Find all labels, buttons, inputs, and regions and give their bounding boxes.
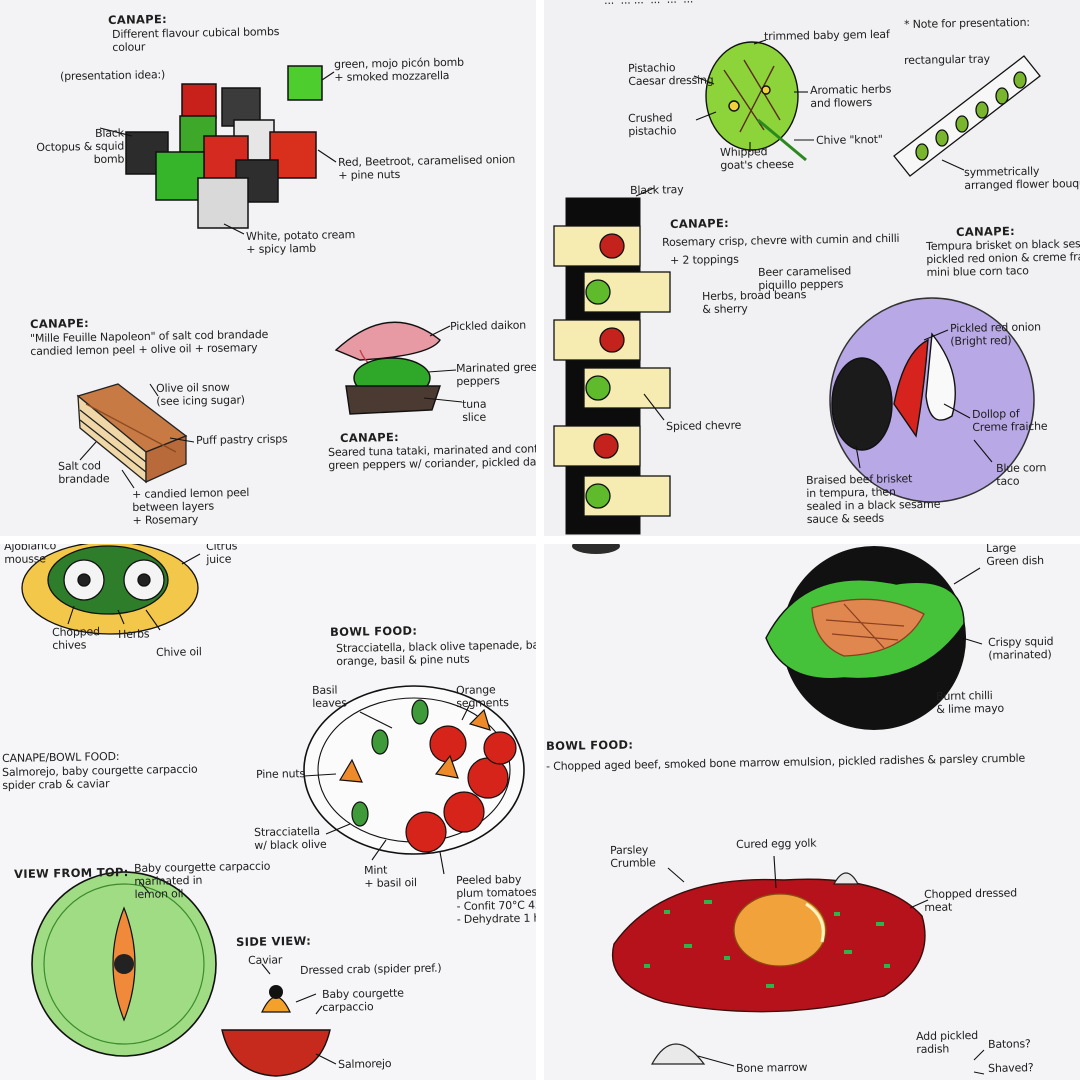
gem-crushed-label: Crushed pistachio [628, 111, 677, 138]
crab-view-title: VIEW FROM TOP: [13, 865, 129, 881]
beef-parsley-label: Parsley Crumble [610, 843, 656, 870]
beef-marrow-label: Bone marrow [736, 1060, 808, 1075]
gem-leaf-label: trimmed baby gem leaf [764, 27, 890, 43]
ajoblanco-herbs-label: Herbs [118, 627, 150, 641]
cubes-title: CANAPE: [107, 11, 168, 27]
bowl-desc: Stracciatella, black olive tapenade, bab… [336, 638, 536, 668]
crab-salmorejo-label: Salmorejo [338, 1057, 392, 1071]
taco-brisket-label: Braised beef brisket in tempura, then se… [806, 472, 941, 526]
gem-herbs-label: Aromatic herbs and flowers [810, 82, 892, 110]
crab-desc: Salmorejo, baby courgette carpaccio spid… [2, 762, 198, 792]
millefeuille-candied-label: + candied lemon peel between layers + Ro… [132, 485, 250, 527]
cubes-green-label: green, mojo picón bomb + smoked mozzarel… [334, 55, 465, 84]
taco-desc: Tempura brisket on black sesame, pickled… [926, 236, 1080, 279]
tuna-slice-label: tuna slice [462, 397, 487, 424]
taco-blue-label: Blue corn taco [996, 461, 1047, 488]
crab-baby-label: Baby courgette carpaccio [322, 986, 404, 1014]
rosemary-title: CANAPE: [669, 215, 730, 231]
bowl-basil-label: Basil leaves [312, 683, 347, 710]
crab-side-title: SIDE VIEW: [235, 933, 312, 949]
tuna-desc: Seared tuna tataki, marinated and confit… [328, 442, 536, 472]
panel-ajoblanco-bowl-crab: Ajoblanco mousse Citrus juice Chopped ch… [0, 544, 536, 1080]
gem-chive-label: Chive "knot" [816, 132, 883, 147]
taco-dollop-label: Dollop of Creme fraiche [972, 407, 1048, 434]
panel-squid-beef: Large Green dish Crispy squid (marinated… [544, 544, 1080, 1080]
gem-pistachio-label: Pistachio Caesar dressing [628, 61, 714, 88]
bowl-title: BOWL FOOD: [329, 623, 418, 639]
rosemary-tray-label: Black tray [630, 183, 684, 197]
ajoblanco-title: Ajoblanco mousse [4, 544, 57, 566]
ajoblanco-citrus-label: Citrus juice [206, 544, 238, 566]
sketch-bowl-crab-drawing [21, 544, 525, 1077]
note-sym-label: symmetrically arranged flower bouquet [964, 164, 1080, 192]
ajoblanco-oil-label: Chive oil [156, 645, 202, 659]
tuna-title: CANAPE: [339, 429, 400, 445]
beef-title: BOWL FOOD: [545, 737, 634, 753]
rosemary-herbs-label: Herbs, broad beans & sherry [702, 288, 807, 316]
rosemary-toppings: + 2 toppings [670, 252, 739, 267]
millefeuille-title: CANAPE: [29, 315, 90, 331]
bowl-mint-label: Mint + basil oil [364, 863, 417, 890]
crab-carp-label: Baby courgette carpaccio marinated in le… [134, 859, 271, 901]
cubes-presentation: (presentation idea:) [60, 68, 166, 83]
beef-meat-label: Chopped dressed meat [924, 886, 1018, 914]
squid-dish-label: Large Green dish [986, 544, 1045, 568]
millefeuille-saltcod-label: Salt cod brandade [58, 459, 110, 486]
panel-gem-rosemary-taco: ... ... ... ... ... ... trimmed baby gem… [544, 0, 1080, 536]
beef-radish-label: Add pickled radish [916, 1028, 979, 1056]
note-title: * Note for presentation: [904, 15, 1030, 31]
beef-batons-label: Batons? [988, 1037, 1031, 1051]
ajoblanco-chives-label: Chopped chives [52, 625, 100, 652]
bowl-pine-label: Pine nuts [256, 767, 306, 781]
note-tray-label: rectangular tray [904, 52, 990, 67]
bowl-strac-label: Stracciatella w/ black olive [254, 824, 327, 852]
millefeuille-puff-label: Puff pastry crisps [196, 432, 288, 447]
panel-cubes-millefeuille-tuna: CANAPE: Different flavour cubical bombs … [0, 0, 536, 536]
grid-divider-horizontal [0, 536, 1080, 544]
crab-dressed-label: Dressed crab (spider pref.) [300, 961, 442, 977]
rosemary-spiced-label: Spiced chevre [666, 418, 742, 433]
squid-crispy-label: Crispy squid (marinated) [988, 634, 1054, 662]
bowl-orange-label: Orange segments [456, 683, 509, 710]
millefeuille-snow-label: Olive oil snow (see icing sugar) [156, 380, 245, 408]
millefeuille-subtitle: "Mille Feuille Napoleon" of salt cod bra… [30, 327, 269, 358]
beef-yolk-label: Cured egg yolk [736, 836, 817, 851]
taco-onion-label: Pickled red onion (Bright red) [950, 320, 1041, 348]
cubes-black-label: Black Octopus & squid bomb [36, 126, 125, 166]
cubes-subtitle: Different flavour cubical bombs colour [112, 25, 280, 54]
sketch-squid-beef-drawing [572, 544, 985, 1075]
tuna-peppers-label: Marinated green peppers [456, 360, 536, 388]
cubes-red-label: Red, Beetroot, caramelised onion + pine … [338, 152, 516, 182]
tuna-daikon-label: Pickled daikon [450, 318, 527, 333]
taco-title: CANAPE: [955, 223, 1016, 239]
crab-caviar-label: Caviar [248, 953, 283, 967]
crab-title: CANAPE/BOWL FOOD: [2, 749, 120, 765]
bowl-plum-label: Peeled baby plum tomatoes - Confit 70°C … [456, 872, 536, 926]
cubes-white-label: White, potato cream + spicy lamb [246, 228, 356, 256]
beef-shaved-label: Shaved? [988, 1061, 1034, 1075]
gem-goat-label: Whipped goat's cheese [720, 145, 794, 172]
squid-burnt-label: Burnt chilli & lime mayo [936, 689, 1005, 716]
